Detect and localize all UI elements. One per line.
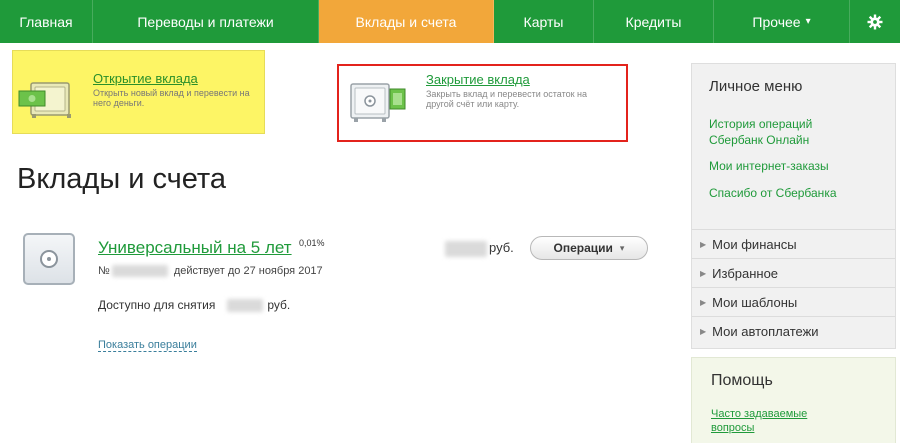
nav-item-home[interactable]: Главная [0,0,93,43]
available-currency: руб. [267,298,291,312]
deposit-number-redacted [111,265,168,278]
history-operations-link[interactable]: История операций Сбербанк Онлайн [709,116,849,148]
nav-item-label: Карты [523,13,564,30]
deposit-rate: 0,01% [299,238,325,248]
sidebar-item-label: Мои финансы [712,236,797,252]
deposit-balance-currency: руб. [489,240,514,255]
safe-with-money-icon [18,82,71,118]
deposit-balance: руб. [445,240,514,257]
deposit-safe-icon [23,233,75,285]
triangle-right-icon: ▶ [700,297,707,307]
nav-item-transfers[interactable]: Переводы и платежи [93,0,319,43]
triangle-right-icon: ▶ [700,239,707,249]
open-deposit-link[interactable]: Открытие вклада [93,72,263,86]
page-title: Вклады и счета [17,163,227,195]
help-title: Помощь [711,372,773,389]
deposit-balance-redacted [445,240,487,257]
sidebar-item-label: Избранное [712,265,779,281]
nav-item-deposits[interactable]: Вклады и счета [319,0,494,43]
nav-item-label: Прочее [752,13,801,30]
sidebar-item-label: Мои автоплатежи [712,323,819,339]
nav-item-label: Переводы и платежи [137,13,274,30]
close-deposit-link[interactable]: Закрытие вклада [426,73,616,87]
available-for-withdrawal: Доступно для снятия руб. [98,298,291,313]
gear-icon [867,14,883,29]
sidebar-item-autopayments[interactable]: ▶ Мои автоплатежи [692,316,895,345]
spasibo-link[interactable]: Спасибо от Сбербанка [709,185,837,201]
faq-link[interactable]: Часто задаваемые вопросы [711,407,831,435]
triangle-right-icon: ▶ [700,268,707,278]
personal-menu-sidebar: Личное меню История операций Сбербанк Он… [691,63,896,349]
chevron-down-icon: ▾ [805,16,811,27]
nav-item-other[interactable]: Прочее ▾ [714,0,850,43]
internet-orders-link[interactable]: Мои интернет-заказы [709,158,829,174]
sidebar-item-favorites[interactable]: ▶ Избранное [692,258,895,287]
settings-button[interactable] [850,0,900,43]
sidebar-item-label: Мои шаблоны [712,294,798,310]
open-deposit-description: Открыть новый вклад и перевести на него … [93,88,250,108]
available-label: Доступно для снятия [98,298,216,312]
personal-menu-title: Личное меню [709,78,803,95]
available-amount-redacted [227,299,264,313]
open-deposit-banner[interactable]: Открытие вклада Открыть новый вклад и пе… [12,50,265,134]
nav-item-credits[interactable]: Кредиты [594,0,714,43]
operations-button[interactable]: Операции ▾ [530,236,648,260]
sidebar-item-finances[interactable]: ▶ Мои финансы [692,229,895,258]
show-operations-link[interactable]: Показать операции [98,339,197,352]
deposit-number-prefix: № [98,265,110,277]
deposit-number-line: № действует до 27 ноября 2017 [98,265,323,278]
operations-button-label: Операции [553,241,613,255]
chevron-down-icon: ▾ [619,242,625,253]
nav-item-label: Вклады и счета [355,13,457,30]
nav-item-cards[interactable]: Карты [494,0,594,43]
triangle-right-icon: ▶ [700,326,707,336]
deposit-name-link[interactable]: Универсальный на 5 лет [98,238,292,258]
nav-item-label: Кредиты [625,13,682,30]
nav-item-label: Главная [19,13,73,30]
safe-icon [350,83,406,122]
main-nav: Главная Переводы и платежи Вклады и счет… [0,0,900,43]
close-deposit-banner[interactable]: Закрытие вклада Закрыть вклад и перевест… [337,64,628,142]
help-panel: Помощь Часто задаваемые вопросы [691,357,896,443]
sidebar-item-templates[interactable]: ▶ Мои шаблоны [692,287,895,316]
close-deposit-description: Закрыть вклад и перевести остаток на дру… [426,89,588,109]
deposit-valid-until: действует до 27 ноября 2017 [173,265,323,277]
